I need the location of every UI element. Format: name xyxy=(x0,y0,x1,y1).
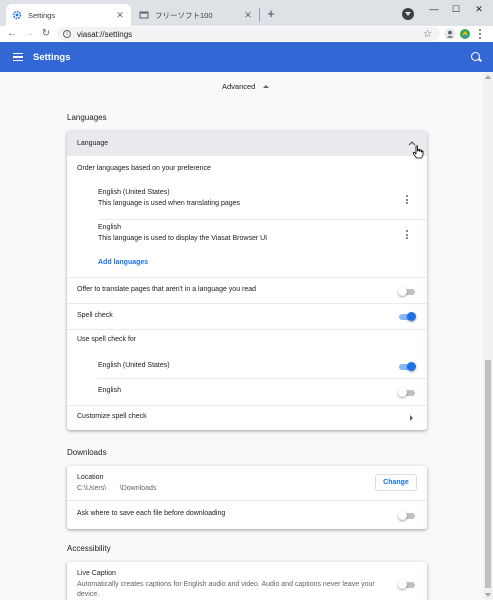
language-name: English (United States) xyxy=(98,189,170,196)
tab-strip: Settings ✕ フリーソフト100 ✕ + — ☐ ✕ xyxy=(0,0,493,26)
spell-language-toggle[interactable] xyxy=(398,388,415,397)
download-location-row: Location C:\Users\ \Downloads Change xyxy=(67,466,427,500)
page-icon xyxy=(139,11,149,19)
hand-cursor-icon xyxy=(412,145,424,159)
order-languages-label: Order languages based on your preference xyxy=(77,165,211,172)
download-location-label: Location xyxy=(77,474,104,481)
extension-icon[interactable] xyxy=(459,28,471,40)
add-languages-link[interactable]: Add languages xyxy=(98,259,148,266)
live-caption-row[interactable]: Live Caption Automatically creates capti… xyxy=(67,562,427,600)
spell-language-label: English (United States) xyxy=(98,362,170,369)
search-icon[interactable] xyxy=(471,52,480,61)
offer-translate-toggle[interactable] xyxy=(398,287,415,296)
scroll-down-icon[interactable] xyxy=(485,593,491,597)
use-spell-check-for-label: Use spell check for xyxy=(77,336,137,343)
spell-language-toggle[interactable] xyxy=(399,362,416,371)
tab-divider xyxy=(259,8,260,22)
live-caption-desc: Automatically creates captions for Engli… xyxy=(77,581,375,588)
close-window-button[interactable]: ✕ xyxy=(468,2,490,16)
scroll-up-icon[interactable] xyxy=(485,75,491,79)
tab-settings[interactable]: Settings ✕ xyxy=(6,4,131,26)
live-caption-desc-cont: device. xyxy=(77,591,100,598)
tab-title: フリーソフト100 xyxy=(155,10,213,20)
list-item-language: English (United States) This language is… xyxy=(67,189,427,211)
divider xyxy=(98,219,427,220)
more-vert-icon[interactable] xyxy=(478,29,482,39)
change-location-button[interactable]: Change xyxy=(375,474,417,491)
advanced-toggle[interactable]: Advanced xyxy=(222,82,270,91)
minimize-button[interactable]: — xyxy=(423,2,445,16)
more-vert-icon[interactable] xyxy=(405,195,409,205)
info-icon[interactable]: i xyxy=(63,30,71,38)
address-bar[interactable]: i viasat://settings ☆ xyxy=(57,27,440,41)
ask-where-toggle[interactable] xyxy=(398,511,415,520)
spell-check-label: Spell check xyxy=(77,312,113,319)
spell-check-toggle[interactable] xyxy=(399,312,416,321)
language-expander[interactable]: Language xyxy=(67,131,427,156)
new-tab-button[interactable]: + xyxy=(264,6,278,22)
menu-icon[interactable] xyxy=(13,52,25,62)
scrollbar-thumb[interactable] xyxy=(485,360,491,588)
close-tab-icon[interactable]: ✕ xyxy=(243,10,253,21)
chevron-up-icon xyxy=(263,85,270,88)
more-vert-icon[interactable] xyxy=(405,230,409,240)
offer-translate-row[interactable]: Offer to translate pages that aren't in … xyxy=(67,278,427,303)
toggle-knob xyxy=(398,511,407,520)
language-desc: This language is used to display the Via… xyxy=(98,235,268,242)
settings-header: Settings xyxy=(0,42,493,72)
toggle-knob xyxy=(398,388,407,397)
downloads-card: Location C:\Users\ \Downloads Change Ask… xyxy=(67,466,427,529)
advanced-label: Advanced xyxy=(222,82,256,91)
toggle-knob xyxy=(407,312,416,321)
profile-icon[interactable] xyxy=(444,28,456,40)
section-title-downloads: Downloads xyxy=(67,448,107,457)
live-caption-toggle[interactable] xyxy=(398,580,415,589)
maximize-button[interactable]: ☐ xyxy=(445,2,467,16)
customize-spell-check-label: Customize spell check xyxy=(77,413,147,420)
offer-translate-label: Offer to translate pages that aren't in … xyxy=(77,286,257,293)
ask-where-label: Ask where to save each file before downl… xyxy=(77,510,226,517)
language-name: English xyxy=(98,224,121,231)
section-title-languages: Languages xyxy=(67,113,107,122)
divider xyxy=(67,329,427,330)
order-languages-row: Order languages based on your preference xyxy=(67,165,427,177)
download-location-path: C:\Users\ \Downloads xyxy=(77,485,157,492)
toggle-knob xyxy=(407,362,416,371)
toggle-knob xyxy=(398,287,407,296)
chevron-right-icon xyxy=(410,415,413,421)
spell-language-row[interactable]: English (United States) xyxy=(67,355,427,377)
ask-where-row[interactable]: Ask where to save each file before downl… xyxy=(67,501,427,529)
close-tab-icon[interactable]: ✕ xyxy=(115,10,125,21)
forward-arrow-icon[interactable]: → xyxy=(23,27,35,41)
customize-spell-check-row[interactable]: Customize spell check xyxy=(67,406,427,430)
tab-free-soft[interactable]: フリーソフト100 ✕ xyxy=(133,4,259,26)
divider xyxy=(98,378,427,379)
use-spell-check-for-row: Use spell check for xyxy=(67,336,427,348)
section-title-accessibility: Accessibility xyxy=(67,544,111,553)
reload-icon[interactable]: ↻ xyxy=(40,27,52,41)
language-expander-label: Language xyxy=(77,140,109,147)
page-title: Settings xyxy=(33,51,71,63)
list-item-language: English This language is used to display… xyxy=(67,224,427,246)
language-desc: This language is used when translating p… xyxy=(98,200,241,207)
tab-search-icon[interactable] xyxy=(402,8,414,20)
live-caption-label: Live Caption xyxy=(77,570,116,577)
spell-check-row[interactable]: Spell check xyxy=(67,304,427,329)
languages-card: Language Order languages based on your p… xyxy=(67,131,427,430)
star-icon[interactable]: ☆ xyxy=(423,29,432,40)
scrollbar[interactable] xyxy=(483,72,493,600)
tab-title: Settings xyxy=(28,10,56,20)
toggle-knob xyxy=(398,580,407,589)
accessibility-card: Live Caption Automatically creates capti… xyxy=(67,562,427,600)
gear-icon xyxy=(12,10,22,20)
address-text[interactable]: viasat://settings xyxy=(77,30,132,39)
spell-language-row[interactable]: English xyxy=(67,380,427,402)
spell-language-label: English xyxy=(98,387,121,394)
browser-toolbar: ← → ↻ i viasat://settings ☆ xyxy=(0,26,493,42)
back-arrow-icon[interactable]: ← xyxy=(6,27,18,41)
